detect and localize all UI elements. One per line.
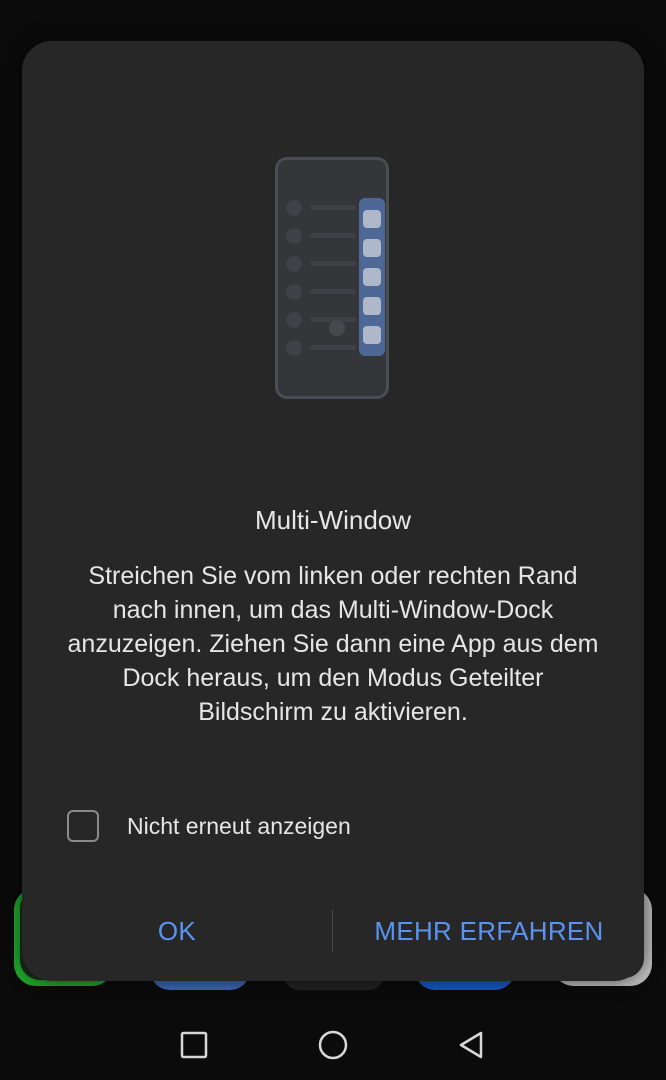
illustration-dock-item: [363, 239, 381, 257]
dialog-title: Multi-Window: [254, 505, 412, 535]
multi-window-dock-illustration: [275, 157, 389, 399]
illustration-list-row: [286, 256, 366, 272]
multi-window-dialog: Multi-Window Streichen Sie vom linken od…: [22, 41, 644, 981]
illustration-dock-item: [363, 210, 381, 228]
dont-show-again-option[interactable]: Nicht erneut anzeigen: [67, 808, 351, 844]
illustration-dock-item: [363, 268, 381, 286]
dont-show-again-checkbox[interactable]: [67, 810, 99, 842]
dialog-button-bar: OK MEHR ERFAHREN: [22, 901, 644, 961]
illustration-list-row: [286, 284, 366, 300]
illustration-list-row: [286, 228, 366, 244]
illustration-list-row: [286, 340, 366, 356]
illustration-dock-item: [363, 297, 381, 315]
screen: Multi-Window Streichen Sie vom linken od…: [0, 0, 666, 1080]
recent-apps-icon[interactable]: [179, 1030, 209, 1060]
dialog-message: Streichen Sie vom linken oder rechten Ra…: [67, 562, 599, 726]
navigation-bar: [0, 1000, 666, 1080]
ok-button[interactable]: OK: [22, 901, 332, 961]
dont-show-again-label: Nicht erneut anzeigen: [127, 812, 351, 839]
illustration-list-row: [286, 200, 366, 216]
illustration-dock-item: [363, 326, 381, 344]
illustration-dock: [359, 198, 385, 356]
button-divider: [332, 910, 333, 952]
illustration-handle: [329, 320, 345, 336]
illustration-list-row: [286, 312, 366, 328]
home-icon[interactable]: [317, 1030, 348, 1060]
learn-more-button[interactable]: MEHR ERFAHREN: [334, 901, 644, 961]
back-icon[interactable]: [456, 1030, 486, 1060]
